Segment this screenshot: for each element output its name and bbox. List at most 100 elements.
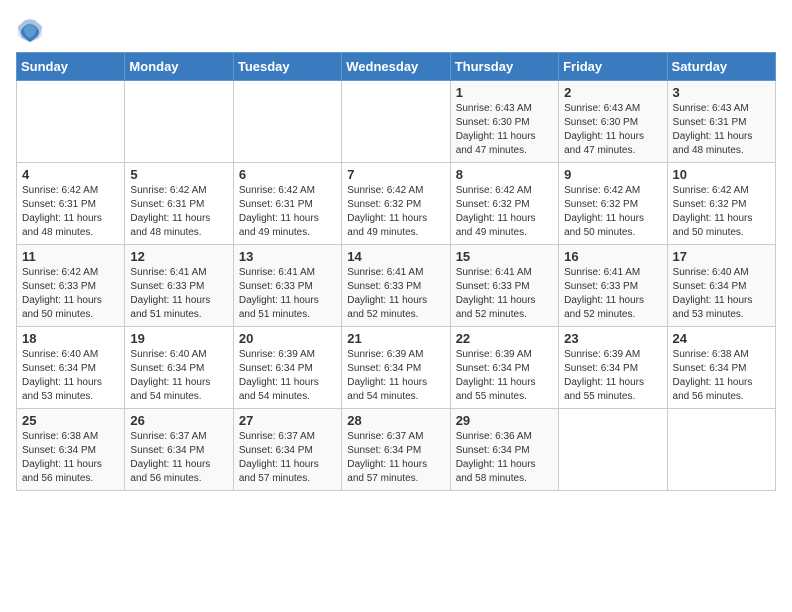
day-info: Sunrise: 6:37 AM Sunset: 6:34 PM Dayligh… xyxy=(347,430,444,486)
day-number: 16 xyxy=(564,249,661,264)
day-info: Sunrise: 6:38 AM Sunset: 6:34 PM Dayligh… xyxy=(673,348,770,404)
calendar-cell: 12 Sunrise: 6:41 AM Sunset: 6:33 PM Dayli… xyxy=(125,245,233,327)
day-header-monday: Monday xyxy=(125,53,233,81)
calendar-cell: 8 Sunrise: 6:42 AM Sunset: 6:32 PM Daylig… xyxy=(450,163,558,245)
calendar-cell xyxy=(667,409,775,491)
day-info: Sunrise: 6:40 AM Sunset: 6:34 PM Dayligh… xyxy=(673,266,770,322)
calendar-cell: 27 Sunrise: 6:37 AM Sunset: 6:34 PM Dayli… xyxy=(233,409,341,491)
day-info: Sunrise: 6:41 AM Sunset: 6:33 PM Dayligh… xyxy=(564,266,661,322)
calendar-cell: 15 Sunrise: 6:41 AM Sunset: 6:33 PM Dayli… xyxy=(450,245,558,327)
page-header xyxy=(16,16,776,44)
day-number: 21 xyxy=(347,331,444,346)
day-number: 17 xyxy=(673,249,770,264)
calendar-cell: 7 Sunrise: 6:42 AM Sunset: 6:32 PM Daylig… xyxy=(342,163,450,245)
calendar-cell: 9Sunrise: 6:42 AM Sunset: 6:32 PM Daylig… xyxy=(559,163,667,245)
calendar-cell xyxy=(17,81,125,163)
day-info: Sunrise: 6:41 AM Sunset: 6:33 PM Dayligh… xyxy=(456,266,553,322)
calendar-cell: 21 Sunrise: 6:39 AM Sunset: 6:34 PM Dayli… xyxy=(342,327,450,409)
day-info: Sunrise: 6:40 AM Sunset: 6:34 PM Dayligh… xyxy=(22,348,119,404)
day-info: Sunrise: 6:40 AM Sunset: 6:34 PM Dayligh… xyxy=(130,348,227,404)
calendar-cell: 24 Sunrise: 6:38 AM Sunset: 6:34 PM Dayli… xyxy=(667,327,775,409)
logo xyxy=(16,16,48,44)
calendar-cell: 25Sunrise: 6:38 AM Sunset: 6:34 PM Dayli… xyxy=(17,409,125,491)
day-number: 6 xyxy=(239,167,336,182)
week-row-5: 25Sunrise: 6:38 AM Sunset: 6:34 PM Dayli… xyxy=(17,409,776,491)
day-info: Sunrise: 6:43 AM Sunset: 6:30 PM Dayligh… xyxy=(564,102,661,158)
calendar-cell: 16 Sunrise: 6:41 AM Sunset: 6:33 PM Dayli… xyxy=(559,245,667,327)
calendar-cell: 20 Sunrise: 6:39 AM Sunset: 6:34 PM Dayli… xyxy=(233,327,341,409)
calendar-cell: 17 Sunrise: 6:40 AM Sunset: 6:34 PM Dayli… xyxy=(667,245,775,327)
calendar-cell: 26 Sunrise: 6:37 AM Sunset: 6:34 PM Dayli… xyxy=(125,409,233,491)
day-number: 10 xyxy=(673,167,770,182)
day-number: 27 xyxy=(239,413,336,428)
day-info: Sunrise: 6:37 AM Sunset: 6:34 PM Dayligh… xyxy=(130,430,227,486)
day-number: 9 xyxy=(564,167,661,182)
day-number: 8 xyxy=(456,167,553,182)
day-number: 24 xyxy=(673,331,770,346)
day-number: 19 xyxy=(130,331,227,346)
day-number: 5 xyxy=(130,167,227,182)
day-header-friday: Friday xyxy=(559,53,667,81)
day-info: Sunrise: 6:42 AM Sunset: 6:32 PM Dayligh… xyxy=(456,184,553,240)
day-number: 28 xyxy=(347,413,444,428)
week-row-1: 1 Sunrise: 6:43 AM Sunset: 6:30 PM Daylig… xyxy=(17,81,776,163)
day-info: Sunrise: 6:41 AM Sunset: 6:33 PM Dayligh… xyxy=(130,266,227,322)
calendar-cell xyxy=(559,409,667,491)
day-number: 23 xyxy=(564,331,661,346)
calendar-cell: 1 Sunrise: 6:43 AM Sunset: 6:30 PM Daylig… xyxy=(450,81,558,163)
day-info: Sunrise: 6:38 AM Sunset: 6:34 PM Dayligh… xyxy=(22,430,119,486)
day-number: 7 xyxy=(347,167,444,182)
day-info: Sunrise: 6:41 AM Sunset: 6:33 PM Dayligh… xyxy=(347,266,444,322)
logo-icon xyxy=(16,16,44,44)
week-row-4: 18 Sunrise: 6:40 AM Sunset: 6:34 PM Dayli… xyxy=(17,327,776,409)
calendar-cell: 14 Sunrise: 6:41 AM Sunset: 6:33 PM Dayli… xyxy=(342,245,450,327)
calendar-cell: 10 Sunrise: 6:42 AM Sunset: 6:32 PM Dayli… xyxy=(667,163,775,245)
day-info: Sunrise: 6:39 AM Sunset: 6:34 PM Dayligh… xyxy=(239,348,336,404)
day-info: Sunrise: 6:42 AM Sunset: 6:31 PM Dayligh… xyxy=(239,184,336,240)
day-info: Sunrise: 6:36 AM Sunset: 6:34 PM Dayligh… xyxy=(456,430,553,486)
day-info: Sunrise: 6:42 AM Sunset: 6:33 PM Dayligh… xyxy=(22,266,119,322)
day-info: Sunrise: 6:43 AM Sunset: 6:31 PM Dayligh… xyxy=(673,102,770,158)
calendar-cell: 11 Sunrise: 6:42 AM Sunset: 6:33 PM Dayli… xyxy=(17,245,125,327)
days-header-row: SundayMondayTuesdayWednesdayThursdayFrid… xyxy=(17,53,776,81)
calendar-cell xyxy=(125,81,233,163)
day-number: 18 xyxy=(22,331,119,346)
calendar-cell xyxy=(342,81,450,163)
calendar-cell: 2Sunrise: 6:43 AM Sunset: 6:30 PM Daylig… xyxy=(559,81,667,163)
day-header-wednesday: Wednesday xyxy=(342,53,450,81)
calendar-cell: 18 Sunrise: 6:40 AM Sunset: 6:34 PM Dayli… xyxy=(17,327,125,409)
day-info: Sunrise: 6:42 AM Sunset: 6:31 PM Dayligh… xyxy=(130,184,227,240)
day-number: 11 xyxy=(22,249,119,264)
day-info: Sunrise: 6:39 AM Sunset: 6:34 PM Dayligh… xyxy=(564,348,661,404)
day-info: Sunrise: 6:39 AM Sunset: 6:34 PM Dayligh… xyxy=(347,348,444,404)
day-number: 4 xyxy=(22,167,119,182)
day-number: 15 xyxy=(456,249,553,264)
calendar-cell: 3Sunrise: 6:43 AM Sunset: 6:31 PM Daylig… xyxy=(667,81,775,163)
day-info: Sunrise: 6:39 AM Sunset: 6:34 PM Dayligh… xyxy=(456,348,553,404)
day-number: 20 xyxy=(239,331,336,346)
day-info: Sunrise: 6:37 AM Sunset: 6:34 PM Dayligh… xyxy=(239,430,336,486)
week-row-2: 4 Sunrise: 6:42 AM Sunset: 6:31 PM Daylig… xyxy=(17,163,776,245)
calendar-cell: 23 Sunrise: 6:39 AM Sunset: 6:34 PM Dayli… xyxy=(559,327,667,409)
calendar-cell: 29 Sunrise: 6:36 AM Sunset: 6:34 PM Dayli… xyxy=(450,409,558,491)
calendar-cell: 19 Sunrise: 6:40 AM Sunset: 6:34 PM Dayli… xyxy=(125,327,233,409)
day-header-tuesday: Tuesday xyxy=(233,53,341,81)
day-header-saturday: Saturday xyxy=(667,53,775,81)
calendar-cell: 28 Sunrise: 6:37 AM Sunset: 6:34 PM Dayli… xyxy=(342,409,450,491)
calendar-cell: 5 Sunrise: 6:42 AM Sunset: 6:31 PM Daylig… xyxy=(125,163,233,245)
calendar-table: SundayMondayTuesdayWednesdayThursdayFrid… xyxy=(16,52,776,491)
day-info: Sunrise: 6:42 AM Sunset: 6:32 PM Dayligh… xyxy=(673,184,770,240)
day-info: Sunrise: 6:43 AM Sunset: 6:30 PM Dayligh… xyxy=(456,102,553,158)
day-info: Sunrise: 6:41 AM Sunset: 6:33 PM Dayligh… xyxy=(239,266,336,322)
calendar-cell: 13Sunrise: 6:41 AM Sunset: 6:33 PM Dayli… xyxy=(233,245,341,327)
day-number: 29 xyxy=(456,413,553,428)
calendar-cell xyxy=(233,81,341,163)
day-number: 26 xyxy=(130,413,227,428)
calendar-cell: 4 Sunrise: 6:42 AM Sunset: 6:31 PM Daylig… xyxy=(17,163,125,245)
day-number: 14 xyxy=(347,249,444,264)
day-number: 22 xyxy=(456,331,553,346)
day-info: Sunrise: 6:42 AM Sunset: 6:31 PM Dayligh… xyxy=(22,184,119,240)
day-number: 1 xyxy=(456,85,553,100)
day-info: Sunrise: 6:42 AM Sunset: 6:32 PM Dayligh… xyxy=(347,184,444,240)
day-number: 12 xyxy=(130,249,227,264)
